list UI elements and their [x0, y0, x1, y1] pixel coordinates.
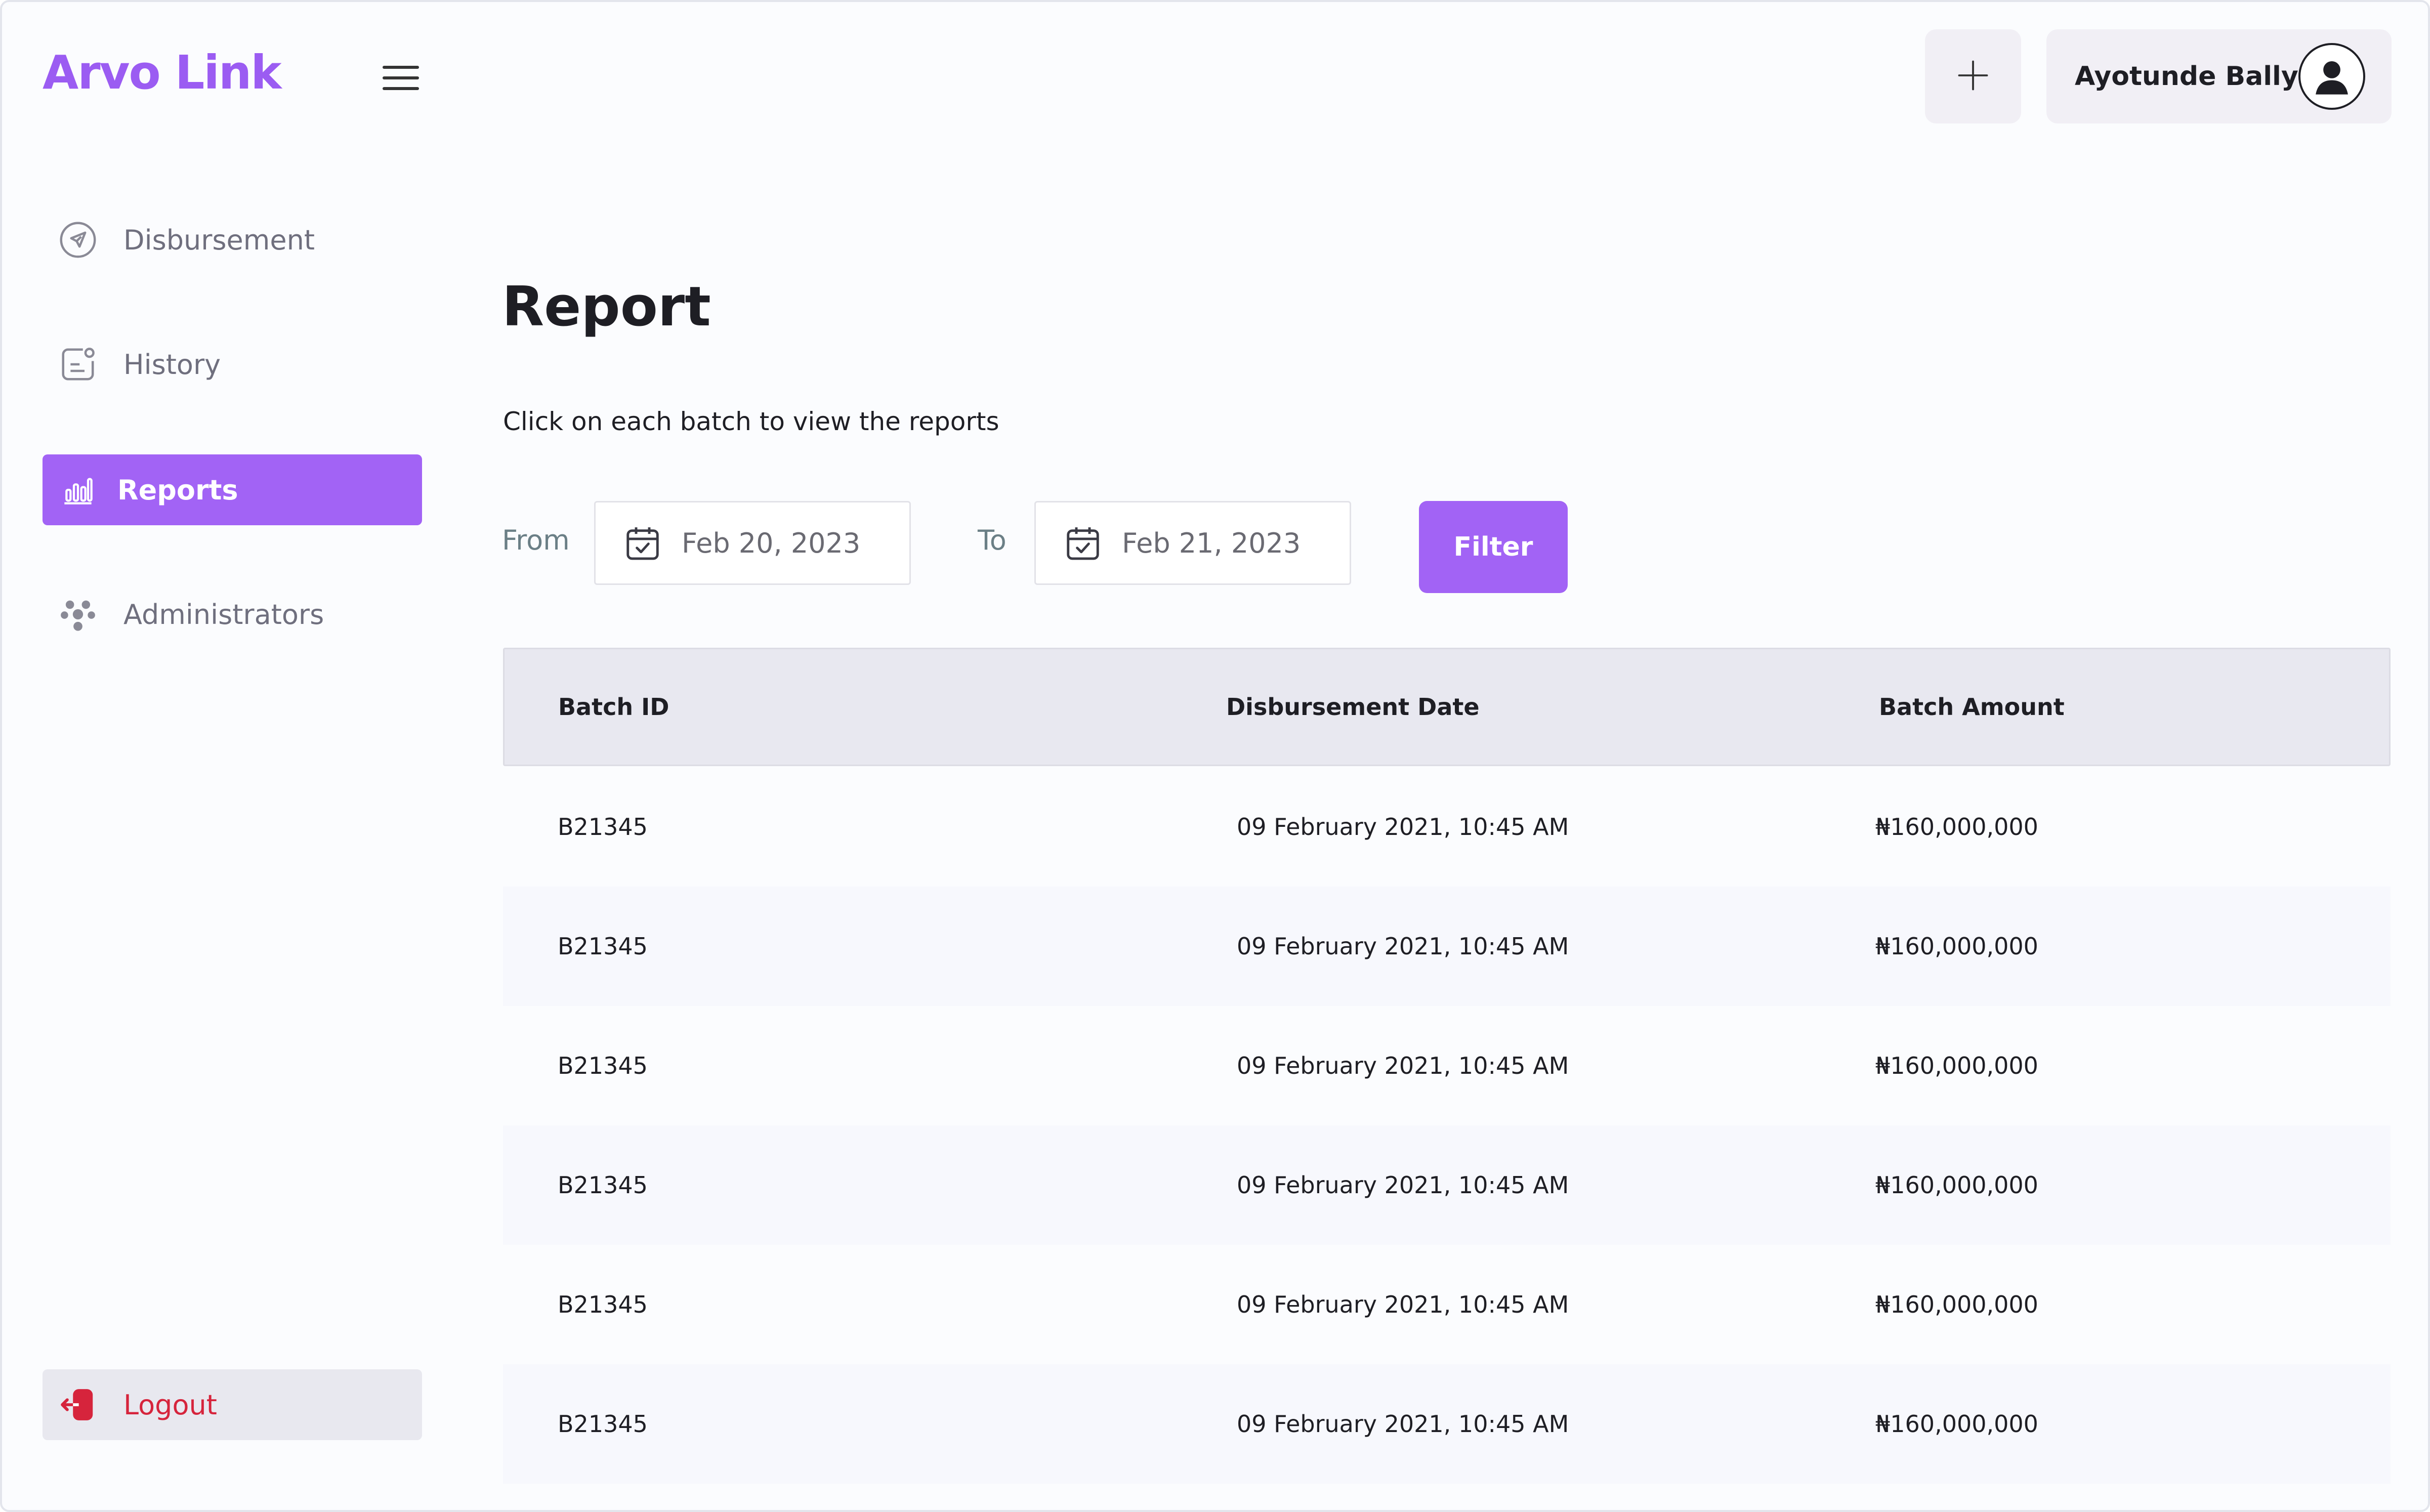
from-date-field[interactable]: Feb 20, 2023 — [594, 501, 911, 585]
batch-amount-cell: ₦160,000,000 — [1875, 1410, 2038, 1438]
batch-amount-cell: ₦160,000,000 — [1875, 1291, 2038, 1318]
logout-label: Logout — [123, 1389, 217, 1421]
history-icon — [57, 343, 99, 386]
calendar-icon — [1067, 527, 1099, 560]
disbursement-date-cell: 09 February 2021, 10:45 AM — [1237, 1291, 1569, 1318]
batch-id-cell: B21345 — [558, 813, 648, 841]
table-row[interactable]: B21345 09 February 2021, 10:45 AM ₦160,0… — [503, 1245, 2391, 1364]
sidebar-item-label: Reports — [117, 474, 238, 506]
batch-id-cell: B21345 — [558, 1171, 648, 1199]
logout-button[interactable]: Logout — [43, 1369, 422, 1440]
table-row[interactable]: B21345 09 February 2021, 10:45 AM ₦160,0… — [503, 1006, 2391, 1125]
people-icon — [57, 593, 99, 636]
sidebar-item-label: History — [123, 348, 221, 381]
user-menu[interactable]: Ayotunde Bally — [2046, 29, 2392, 123]
app-window: Arvo Link Disbursement History Reports A… — [0, 0, 2430, 1512]
to-date-value: Feb 21, 2023 — [1122, 527, 1301, 559]
add-button[interactable] — [1925, 29, 2021, 123]
batch-id-cell: B21345 — [558, 933, 648, 960]
disbursement-date-cell: 09 February 2021, 10:45 AM — [1237, 1171, 1569, 1199]
column-header-batch-id[interactable]: Batch ID — [558, 649, 669, 765]
column-header-disbursement-date[interactable]: Disbursement Date — [1226, 649, 1480, 765]
logout-icon — [57, 1383, 99, 1426]
user-icon — [2298, 43, 2365, 110]
from-date-value: Feb 20, 2023 — [682, 527, 861, 559]
page-subtitle: Click on each batch to view the reports — [503, 407, 999, 436]
user-name: Ayotunde Bally — [2075, 61, 2298, 92]
sidebar-item-label: Administrators — [123, 598, 324, 631]
table-row[interactable]: B21345 09 February 2021, 10:45 AM ₦160,0… — [503, 767, 2391, 887]
disbursement-date-cell: 09 February 2021, 10:45 AM — [1237, 813, 1569, 841]
batch-amount-cell: ₦160,000,000 — [1875, 1052, 2038, 1079]
sidebar-item-reports[interactable]: Reports — [43, 454, 422, 525]
table-row[interactable]: B21345 09 February 2021, 10:45 AM ₦160,0… — [503, 1125, 2391, 1245]
table-row[interactable]: B21345 09 February 2021, 10:45 AM ₦160,0… — [503, 1364, 2391, 1484]
sidebar-item-label: Disbursement — [123, 224, 315, 256]
batch-amount-cell: ₦160,000,000 — [1875, 933, 2038, 960]
disbursement-date-cell: 09 February 2021, 10:45 AM — [1237, 933, 1569, 960]
disbursement-date-cell: 09 February 2021, 10:45 AM — [1237, 1410, 1569, 1438]
send-icon — [57, 219, 99, 261]
batch-amount-cell: ₦160,000,000 — [1875, 813, 2038, 841]
plus-icon — [1956, 59, 1990, 94]
app-logo[interactable]: Arvo Link — [43, 46, 282, 100]
table-header: Batch ID Disbursement Date Batch Amount — [503, 648, 2391, 766]
to-date-field[interactable]: Feb 21, 2023 — [1034, 501, 1351, 585]
calendar-icon — [626, 527, 659, 560]
column-header-batch-amount[interactable]: Batch Amount — [1879, 649, 2065, 765]
bar-chart-icon — [57, 469, 99, 511]
batch-amount-cell: ₦160,000,000 — [1875, 1171, 2038, 1199]
batch-id-cell: B21345 — [558, 1052, 648, 1079]
sidebar-item-administrators[interactable]: Administrators — [43, 579, 422, 650]
filter-button[interactable]: Filter — [1419, 501, 1568, 593]
sidebar-item-history[interactable]: History — [43, 329, 422, 400]
page-title: Report — [502, 275, 711, 339]
menu-toggle-icon[interactable] — [383, 66, 419, 90]
table-row[interactable]: B21345 09 February 2021, 10:45 AM ₦160,0… — [503, 887, 2391, 1006]
sidebar-item-disbursement[interactable]: Disbursement — [43, 204, 422, 275]
from-label: From — [502, 524, 570, 556]
batch-id-cell: B21345 — [558, 1291, 648, 1318]
disbursement-date-cell: 09 February 2021, 10:45 AM — [1237, 1052, 1569, 1079]
to-label: To — [978, 524, 1007, 556]
batch-id-cell: B21345 — [558, 1410, 648, 1438]
